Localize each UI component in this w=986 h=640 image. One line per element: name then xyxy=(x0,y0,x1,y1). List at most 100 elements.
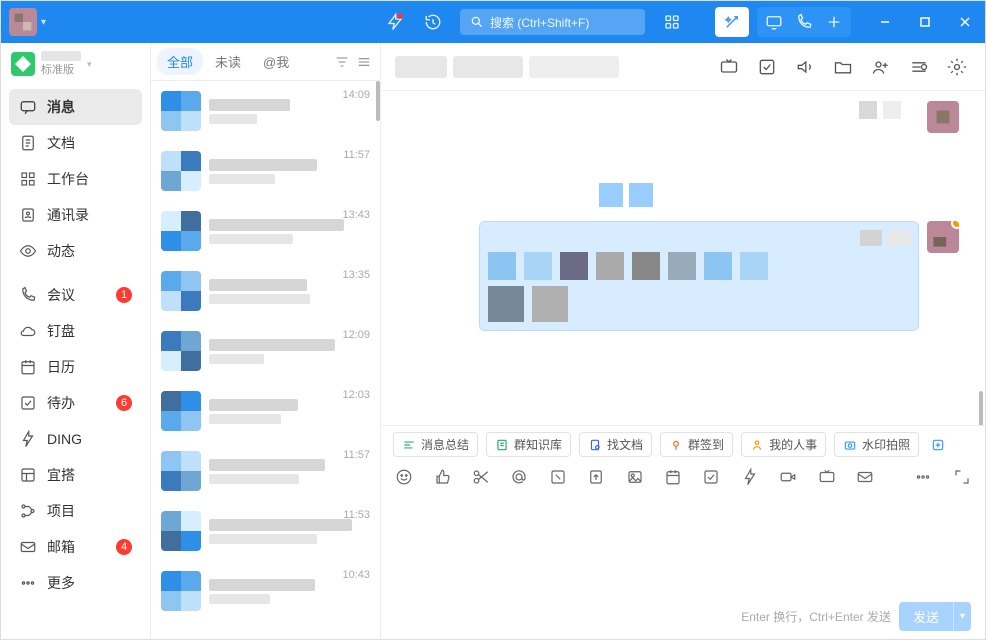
conversation-time: 13:43 xyxy=(342,209,370,221)
conversation-item[interactable]: 12:09 xyxy=(151,321,380,381)
nav-workspace[interactable]: 工作台 xyxy=(9,161,142,197)
conversation-list[interactable]: 14:0911:5713:4313:3512:0912:0311:5711:53… xyxy=(151,81,380,639)
message-bubble[interactable] xyxy=(479,221,919,331)
checkbox-icon[interactable] xyxy=(702,467,720,487)
scissors-icon[interactable] xyxy=(472,467,490,487)
at-icon[interactable] xyxy=(510,467,528,487)
conversation-item[interactable]: 12:03 xyxy=(151,381,380,441)
tab-all[interactable]: 全部 xyxy=(157,48,203,75)
nav-feed[interactable]: 动态 xyxy=(9,233,142,269)
nav-more[interactable]: 更多 xyxy=(9,565,142,601)
nav-ding[interactable]: DING xyxy=(9,421,142,457)
search-input[interactable]: 搜索 (Ctrl+Shift+F) xyxy=(460,9,645,35)
window-minimize-button[interactable] xyxy=(865,1,905,43)
chat-icon xyxy=(19,98,37,116)
message-bubble[interactable] xyxy=(859,101,919,119)
expand-icon[interactable] xyxy=(953,467,971,487)
video-icon[interactable] xyxy=(779,467,797,487)
nav-badge: 4 xyxy=(116,539,132,555)
settings-icon[interactable] xyxy=(943,53,971,81)
nav-label: DING xyxy=(47,431,82,447)
tab-at[interactable]: @我 xyxy=(253,48,299,75)
lightning-icon[interactable] xyxy=(382,9,408,35)
flash-icon[interactable] xyxy=(741,467,759,487)
message-input[interactable] xyxy=(395,496,971,602)
phone-icon[interactable] xyxy=(791,9,817,35)
live-icon[interactable] xyxy=(817,467,835,487)
nav-meeting[interactable]: 会议 1 xyxy=(9,277,142,313)
nav-todo[interactable]: 待办 6 xyxy=(9,385,142,421)
window-close-button[interactable] xyxy=(945,1,985,43)
task-icon[interactable] xyxy=(753,53,781,81)
tv-icon[interactable] xyxy=(715,53,743,81)
grid-icon xyxy=(19,170,37,188)
chip-knowledge[interactable]: 群知识库 xyxy=(486,432,571,457)
avatar[interactable] xyxy=(927,221,959,253)
chat-messages[interactable] xyxy=(381,91,985,425)
list-icon[interactable] xyxy=(354,52,374,72)
compose-toolbar xyxy=(381,463,985,491)
apps-icon[interactable] xyxy=(659,9,685,35)
send-button[interactable]: 发送 xyxy=(899,602,953,631)
nav-projects[interactable]: 项目 xyxy=(9,493,142,529)
upload-file-icon[interactable] xyxy=(587,467,605,487)
tab-unread[interactable]: 未读 xyxy=(205,48,251,75)
chip-hr[interactable]: 我的人事 xyxy=(741,432,826,457)
user-dropdown-icon[interactable]: ▾ xyxy=(41,17,46,28)
chip-summary[interactable]: 消息总结 xyxy=(393,432,478,457)
bolt-icon xyxy=(19,430,37,448)
cloud-icon xyxy=(19,322,37,340)
org-selector[interactable]: 标准版 ▾ xyxy=(1,43,150,85)
search-chat-icon[interactable] xyxy=(905,53,933,81)
conversation-item[interactable]: 10:43 xyxy=(151,561,380,621)
conversation-time: 12:03 xyxy=(342,389,370,401)
avatar[interactable] xyxy=(927,101,959,133)
nav-calendar[interactable]: 日历 xyxy=(9,349,142,385)
chip-finddoc[interactable]: 找文档 xyxy=(579,432,652,457)
user-avatar[interactable] xyxy=(9,8,37,36)
nav-label: 宜搭 xyxy=(47,465,75,485)
nav-label: 动态 xyxy=(47,241,75,261)
nav-label: 更多 xyxy=(47,573,75,593)
nav-label: 消息 xyxy=(47,97,75,117)
conversation-item[interactable]: 13:43 xyxy=(151,201,380,261)
nav-drive[interactable]: 钉盘 xyxy=(9,313,142,349)
calendar2-icon[interactable] xyxy=(664,467,682,487)
group-icon[interactable] xyxy=(867,53,895,81)
thumbs-up-icon[interactable] xyxy=(433,467,451,487)
nav-docs[interactable]: 文档 xyxy=(9,125,142,161)
conversation-item[interactable]: 11:57 xyxy=(151,141,380,201)
ai-wand-icon[interactable] xyxy=(719,9,745,35)
nav-mail[interactable]: 邮箱 4 xyxy=(9,529,142,565)
left-nav: 标准版 ▾ 消息 文档 工作台 通讯录 动态 xyxy=(1,43,151,639)
nav-yida[interactable]: 宜搭 xyxy=(9,457,142,493)
card-icon[interactable] xyxy=(549,467,567,487)
chip-more-icon[interactable] xyxy=(927,432,949,457)
nav-contacts[interactable]: 通讯录 xyxy=(9,197,142,233)
image-icon[interactable] xyxy=(625,467,643,487)
message-bubble[interactable] xyxy=(599,183,699,201)
emoji-icon[interactable] xyxy=(395,467,413,487)
more2-icon[interactable] xyxy=(914,467,932,487)
history-icon[interactable] xyxy=(420,9,446,35)
conversation-item[interactable]: 13:35 xyxy=(151,261,380,321)
conversation-item[interactable]: 11:53 xyxy=(151,501,380,561)
nav-label: 文档 xyxy=(47,133,75,153)
chip-checkin[interactable]: 群签到 xyxy=(660,432,733,457)
window-maximize-button[interactable] xyxy=(905,1,945,43)
conversation-item[interactable]: 11:57 xyxy=(151,441,380,501)
send-dropdown[interactable]: ▾ xyxy=(953,602,971,631)
speaker-icon[interactable] xyxy=(791,53,819,81)
filter-icon[interactable] xyxy=(332,52,352,72)
conversation-item[interactable]: 14:09 xyxy=(151,81,380,141)
plus-icon[interactable] xyxy=(821,9,847,35)
mail-icon xyxy=(19,538,37,556)
chip-watermark[interactable]: 水印拍照 xyxy=(834,432,919,457)
nav-messages[interactable]: 消息 xyxy=(9,89,142,125)
contacts-icon xyxy=(19,206,37,224)
org-icon xyxy=(11,52,35,76)
screen-share-icon[interactable] xyxy=(761,9,787,35)
conversation-time: 14:09 xyxy=(342,89,370,101)
mail2-icon[interactable] xyxy=(856,467,874,487)
folder-icon[interactable] xyxy=(829,53,857,81)
